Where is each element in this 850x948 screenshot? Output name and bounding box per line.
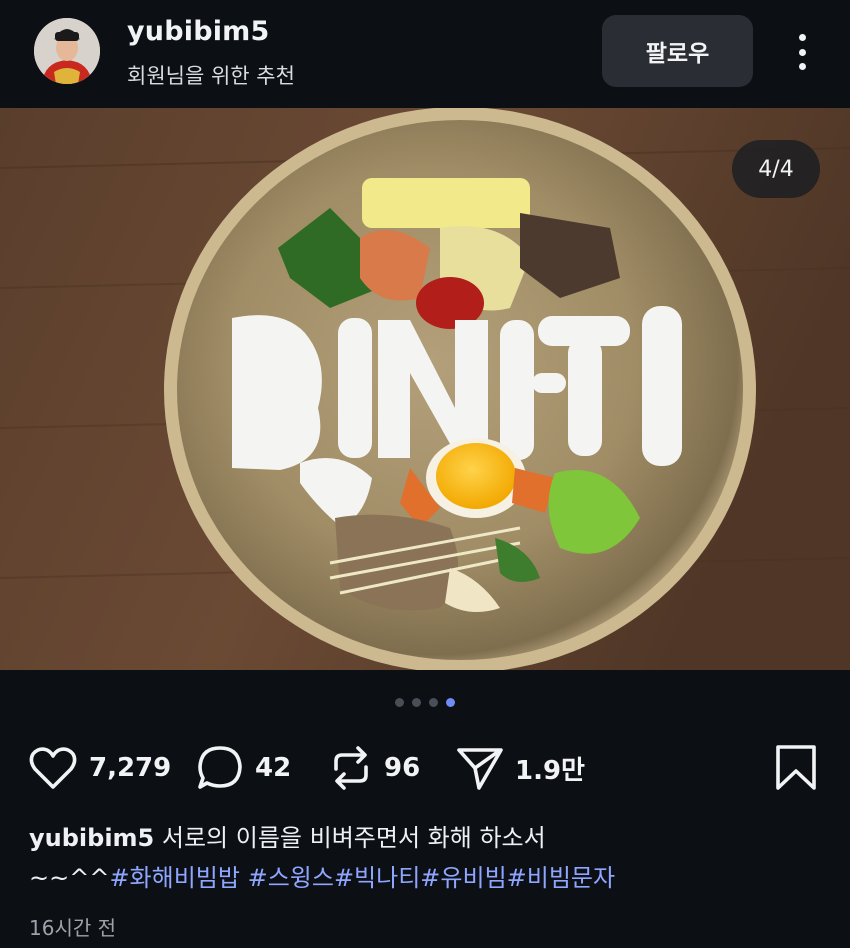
author-username[interactable]: yubibim5 [127,16,270,47]
repost-count: 96 [384,753,421,783]
bookmark-icon[interactable] [774,743,818,793]
repost-action[interactable]: 96 [328,738,420,798]
hashtag[interactable]: #빅나티 [334,864,420,892]
like-action[interactable]: 7,279 [27,738,171,798]
image-counter: 4/4 [732,140,820,198]
comment-count: 42 [255,753,292,783]
carousel-dot[interactable] [412,698,421,707]
like-count: 7,279 [89,753,172,783]
share-count: 1.9만 [515,755,585,786]
more-vertical-icon[interactable] [786,30,818,74]
hashtag[interactable]: #유비빔 [420,864,506,892]
hashtag[interactable]: #스윙스 [240,864,334,892]
post-page: yubibim5 회원님을 위한 추천 팔로우 4/4 7,279 42 96 … [0,0,850,948]
avatar-image [34,18,100,84]
post-actions: 7,279 42 96 1.9만 [0,738,850,798]
comment-action[interactable]: 42 [195,738,291,798]
hashtag[interactable]: #비빔문자 [507,864,615,892]
carousel-dot[interactable] [395,698,404,707]
caption-line-1: yubibim5 서로의 이름을 비벼주면서 화해 하소서 [29,818,829,858]
caption-line-2: ~~^^#화해비빔밥 #스윙스#빅나티#유비빔#비빔문자 [29,858,829,898]
repost-icon[interactable] [328,743,374,793]
follow-button[interactable]: 팔로우 [602,15,753,87]
send-icon[interactable] [455,744,505,792]
caption-text-prefix: ~~^^ [29,864,110,892]
post-caption: yubibim5 서로의 이름을 비벼주면서 화해 하소서 ~~^^#화해비빔밥… [29,818,829,898]
caption-username[interactable]: yubibim5 [29,824,154,852]
recommendation-label: 회원님을 위한 추천 [127,64,295,88]
hashtag[interactable]: #화해비빔밥 [109,864,240,892]
post-timestamp: 16시간 전 [29,916,117,940]
share-action[interactable]: 1.9만 [455,738,585,798]
carousel-pagination [0,698,850,707]
comment-icon[interactable] [195,743,245,793]
caption-text: 서로의 이름을 비벼주면서 화해 하소서 [161,824,546,852]
heart-icon[interactable] [27,745,79,791]
carousel-dot-active[interactable] [446,698,455,707]
bibimbap-photo [0,108,850,670]
avatar[interactable] [34,18,100,84]
post-image[interactable]: 4/4 [0,108,850,670]
post-header: yubibim5 회원님을 위한 추천 팔로우 [0,0,850,108]
carousel-dot[interactable] [429,698,438,707]
save-action[interactable] [774,738,818,798]
